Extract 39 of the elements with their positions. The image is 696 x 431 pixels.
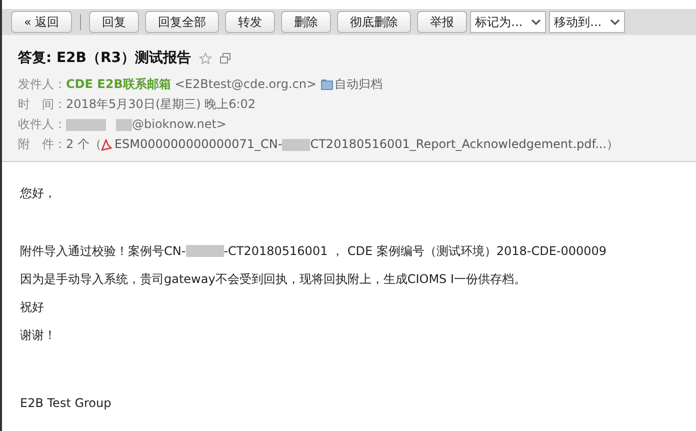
dropdown[interactable]: 移动到... [549, 11, 626, 33]
field-label: 附 件： [18, 136, 66, 153]
toolbar-button[interactable]: 删除 [281, 11, 332, 33]
toolbar-button[interactable]: 回复 [89, 11, 140, 33]
back-button[interactable]: « 返回 [11, 11, 72, 33]
body-text: -CT20180516001 ， CDE 案例编号（测试环境）2018-CDE-000009 [224, 243, 607, 260]
field-label: 时 间： [18, 96, 66, 113]
field-label: 收件人： [18, 116, 66, 133]
pdf-icon [101, 138, 112, 150]
toolbar-button[interactable]: 举报 [417, 11, 468, 33]
chevron-down-icon [531, 18, 542, 26]
sent-time: 2018年5月30日(星期三) 晚上6:02 [66, 96, 256, 113]
field-label: 发件人： [18, 76, 66, 93]
sender-address: <E2Btest@cde.org.cn> [174, 76, 317, 93]
attachment-count: 2 个（ [66, 136, 102, 153]
toolbar-button[interactable]: 彻底删除 [337, 11, 412, 33]
attachment-link[interactable]: ESM000000000000071_CN- [114, 136, 282, 153]
redacted-text [66, 118, 106, 130]
signature-text: E2B Test Group [20, 395, 112, 412]
star-icon[interactable] [198, 52, 212, 65]
closing-text: 祝好 [20, 299, 45, 316]
attachment-close: ） [606, 136, 619, 153]
mail-subject: 答复: E2B（R3）测试报告 [18, 49, 191, 68]
body-text: 因为是手动导入系统，贵司gateway不会受到回执，现将回执附上，生成CIOMS I一份供存档。 [20, 271, 528, 288]
dropdown[interactable]: 标记为... [470, 11, 546, 33]
toolbar-button[interactable]: 回复全部 [145, 11, 220, 33]
redacted-text [116, 118, 132, 130]
archive-link[interactable]: 自动归档 [334, 76, 383, 93]
greeting-text: 您好， [20, 185, 57, 202]
folder-icon [320, 79, 333, 90]
recipient-address: @bioknow.net> [132, 116, 226, 133]
toolbar-button[interactable]: 转发 [225, 11, 276, 33]
body-text: 附件导入通过校验！案例号CN- [20, 243, 186, 260]
chevron-down-icon [610, 18, 620, 26]
thanks-text: 谢谢！ [20, 327, 57, 344]
redacted-text [186, 245, 224, 257]
popout-icon[interactable] [220, 53, 231, 64]
attachment-link[interactable]: CT20180516001_Report_Acknowledgement.pdf... [310, 136, 607, 153]
redacted-text [282, 138, 310, 150]
